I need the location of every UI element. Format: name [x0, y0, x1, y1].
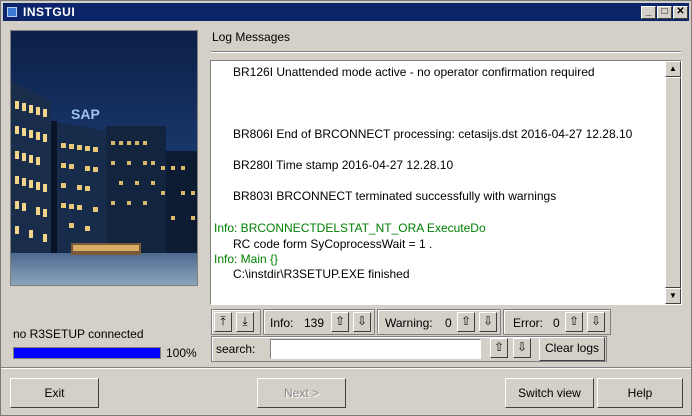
info-prev-button[interactable]: ⇧ — [331, 312, 349, 332]
info-next-button[interactable]: ⇩ — [353, 312, 371, 332]
scroll-top-button[interactable]: ⤒ — [214, 312, 232, 332]
search-input[interactable] — [270, 339, 481, 359]
log-scrollbar[interactable]: ▲ ▼ — [665, 61, 681, 304]
log-line-info: Info: Main {} — [214, 252, 279, 266]
warning-prev-button[interactable]: ⇧ — [457, 312, 475, 332]
warning-next-button[interactable]: ⇩ — [479, 312, 497, 332]
log-line: BR806I End of BRCONNECT processing: ceta… — [233, 127, 633, 141]
log-line: BR280I Time stamp 2016-04-27 12.28.10 — [233, 158, 454, 172]
instgui-window: INSTGUI _ □ ✕ SAP no R3SETUP connected 1… — [0, 0, 692, 416]
log-messages-area[interactable]: BR126I Unattended mode active - no opera… — [210, 60, 682, 305]
log-line: C:\instdir\R3SETUP.EXE finished — [233, 267, 410, 281]
scroll-down-button[interactable]: ▼ — [665, 288, 681, 304]
connection-status: no R3SETUP connected — [13, 327, 144, 341]
warning-count: 0 — [445, 316, 452, 330]
info-label: Info: — [270, 316, 294, 330]
log-line: BR803I BRCONNECT terminated successfully… — [233, 189, 557, 203]
minimize-button[interactable]: _ — [641, 6, 656, 19]
next-button[interactable]: Next > — [257, 378, 346, 408]
log-line: RC code form SyCoprocessWait = 1 . — [233, 237, 433, 251]
progress-bar — [13, 347, 161, 359]
search-next-button[interactable]: ⇩ — [513, 338, 531, 358]
error-count: 0 — [553, 316, 560, 330]
info-count: 139 — [304, 316, 325, 330]
scroll-bottom-button[interactable]: ⤓ — [236, 312, 254, 332]
search-prev-button[interactable]: ⇧ — [490, 338, 508, 358]
app-icon — [7, 7, 17, 17]
log-line-info: Info: BRCONNECTDELSTAT_NT_ORA ExecuteDo — [214, 221, 486, 235]
error-next-button[interactable]: ⇩ — [587, 312, 605, 332]
warning-group: Warning: 0 ⇧ ⇩ — [377, 309, 501, 335]
sap-building-image: SAP — [10, 30, 198, 286]
title-bar[interactable]: INSTGUI _ □ ✕ — [3, 3, 689, 21]
sap-sign-text: SAP — [71, 106, 100, 122]
progress-percent: 100% — [166, 346, 197, 360]
error-group: Error: 0 ⇧ ⇩ — [503, 309, 611, 335]
close-button[interactable]: ✕ — [673, 6, 688, 19]
warning-label: Warning: — [385, 316, 433, 330]
switch-view-button[interactable]: Switch view — [505, 378, 594, 408]
clear-logs-button[interactable]: Clear logs — [539, 337, 605, 361]
error-prev-button[interactable]: ⇧ — [565, 312, 583, 332]
scroll-up-button[interactable]: ▲ — [665, 61, 681, 77]
progress-fill — [14, 348, 160, 358]
footer-divider — [1, 367, 691, 369]
help-button[interactable]: Help — [597, 378, 683, 408]
search-label: search: — [216, 342, 256, 356]
log-line: BR126I Unattended mode active - no opera… — [233, 65, 595, 79]
exit-button[interactable]: Exit — [10, 378, 99, 408]
scroll-thumb[interactable] — [665, 77, 681, 288]
window-title: INSTGUI — [23, 5, 76, 19]
heading-divider — [211, 51, 681, 53]
info-group: Info: 139 ⇧ ⇩ — [263, 309, 375, 335]
log-heading: Log Messages — [212, 30, 291, 44]
maximize-button[interactable]: □ — [657, 6, 672, 19]
nav-group: ⤒ ⤓ — [211, 309, 261, 335]
error-label: Error: — [513, 316, 543, 330]
